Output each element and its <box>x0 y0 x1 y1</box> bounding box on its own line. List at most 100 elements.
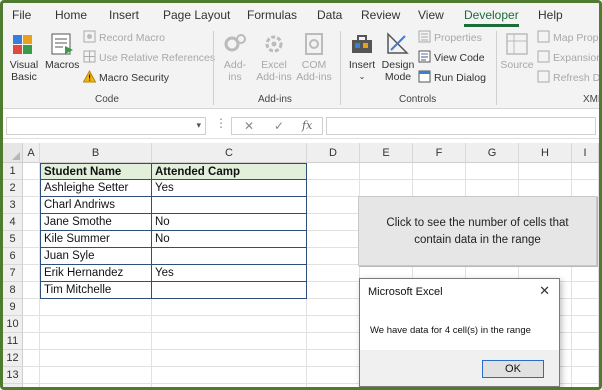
empty-cell[interactable] <box>572 316 599 333</box>
empty-cell[interactable] <box>23 231 40 248</box>
empty-cell[interactable] <box>307 248 360 265</box>
empty-cell[interactable] <box>23 384 40 387</box>
record-macro-button[interactable]: Record Macro <box>83 30 165 46</box>
empty-cell[interactable] <box>23 197 40 214</box>
empty-cell[interactable] <box>307 265 360 282</box>
column-header-d[interactable]: D <box>307 143 360 163</box>
empty-cell[interactable] <box>572 367 599 384</box>
column-header-a[interactable]: A <box>23 143 40 163</box>
empty-cell[interactable] <box>23 299 40 316</box>
tab-view[interactable]: View <box>418 8 444 22</box>
row-header[interactable]: 13 <box>3 367 23 384</box>
enter-icon[interactable]: ✓ <box>274 119 284 133</box>
empty-cell[interactable] <box>40 384 152 387</box>
properties-button[interactable]: Properties <box>418 30 482 46</box>
empty-cell[interactable] <box>307 316 360 333</box>
insert-function-icon[interactable]: fx <box>302 119 312 132</box>
tab-formulas[interactable]: Formulas <box>247 8 297 22</box>
empty-cell[interactable] <box>23 367 40 384</box>
row-header[interactable]: 1 <box>3 163 23 180</box>
empty-cell[interactable] <box>413 180 466 197</box>
empty-cell[interactable] <box>572 163 599 180</box>
column-header-e[interactable]: E <box>360 143 413 163</box>
row-header[interactable]: 2 <box>3 180 23 197</box>
row-header[interactable]: 6 <box>3 248 23 265</box>
tab-home[interactable]: Home <box>55 8 87 22</box>
table-cell-name[interactable]: Juan Syle <box>40 248 152 265</box>
column-header-c[interactable]: C <box>152 143 307 163</box>
empty-cell[interactable] <box>40 316 152 333</box>
excel-addins-button[interactable]: Excel Add-ins <box>255 31 293 83</box>
design-mode-button[interactable]: Design Mode <box>381 31 415 83</box>
column-header-g[interactable]: G <box>466 143 519 163</box>
column-header-b[interactable]: B <box>40 143 152 163</box>
refresh-data-button[interactable]: Refresh Da <box>537 70 599 86</box>
empty-cell[interactable] <box>23 180 40 197</box>
cancel-icon[interactable]: ✕ <box>244 119 254 133</box>
table-cell-attended[interactable] <box>152 197 307 214</box>
chevron-down-icon[interactable]: ▾ <box>196 120 201 131</box>
run-dialog-button[interactable]: Run Dialog <box>418 70 486 86</box>
empty-cell[interactable] <box>307 197 360 214</box>
table-cell-attended[interactable]: No <box>152 214 307 231</box>
table-cell-name[interactable]: Charl Andriws <box>40 197 152 214</box>
table-cell-attended[interactable] <box>152 282 307 299</box>
table-header-attended-camp[interactable]: Attended Camp <box>152 163 307 180</box>
select-all-button[interactable] <box>3 143 23 163</box>
empty-cell[interactable] <box>360 163 413 180</box>
row-header[interactable]: 3 <box>3 197 23 214</box>
column-header-i[interactable]: I <box>572 143 599 163</box>
com-addins-button[interactable]: COM Add-ins <box>294 31 334 83</box>
table-cell-attended[interactable] <box>152 248 307 265</box>
tab-page-layout[interactable]: Page Layout <box>163 8 230 22</box>
empty-cell[interactable] <box>519 180 572 197</box>
table-header-student-name[interactable]: Student Name <box>40 163 152 180</box>
empty-cell[interactable] <box>307 299 360 316</box>
row-header[interactable]: 8 <box>3 282 23 299</box>
empty-cell[interactable] <box>307 231 360 248</box>
insert-control-button[interactable]: Insert ⌄ <box>345 31 379 83</box>
table-cell-name[interactable]: Erik Hernandez <box>40 265 152 282</box>
empty-cell[interactable] <box>40 333 152 350</box>
tab-developer[interactable]: Developer <box>464 8 519 27</box>
empty-cell[interactable] <box>23 265 40 282</box>
empty-cell[interactable] <box>307 384 360 387</box>
empty-cell[interactable] <box>307 163 360 180</box>
empty-cell[interactable] <box>307 282 360 299</box>
row-header[interactable]: 7 <box>3 265 23 282</box>
empty-cell[interactable] <box>466 163 519 180</box>
tab-insert[interactable]: Insert <box>109 8 139 22</box>
table-cell-name[interactable]: Ashleighe Setter <box>40 180 152 197</box>
row-header[interactable]: 11 <box>3 333 23 350</box>
empty-cell[interactable] <box>40 350 152 367</box>
name-box[interactable]: ▾ <box>6 117 206 135</box>
empty-cell[interactable] <box>152 299 307 316</box>
empty-cell[interactable] <box>307 180 360 197</box>
formula-bar-grip[interactable]: ⋮ <box>215 116 228 130</box>
empty-cell[interactable] <box>23 282 40 299</box>
tab-file[interactable]: File <box>12 8 31 22</box>
row-header[interactable]: 12 <box>3 350 23 367</box>
count-cells-macro-button[interactable]: Click to see the number of cells that co… <box>358 196 597 266</box>
empty-cell[interactable] <box>152 316 307 333</box>
relative-references-button[interactable]: Use Relative References <box>83 50 215 66</box>
ok-button[interactable]: OK <box>482 360 544 378</box>
visual-basic-button[interactable]: Visual Basic <box>7 31 41 83</box>
empty-cell[interactable] <box>307 333 360 350</box>
empty-cell[interactable] <box>572 350 599 367</box>
empty-cell[interactable] <box>572 265 599 282</box>
view-code-button[interactable]: View Code <box>418 50 485 66</box>
tab-help[interactable]: Help <box>538 8 563 22</box>
empty-cell[interactable] <box>23 248 40 265</box>
empty-cell[interactable] <box>466 180 519 197</box>
table-cell-name[interactable]: Jane Smothe <box>40 214 152 231</box>
empty-cell[interactable] <box>23 316 40 333</box>
table-cell-attended[interactable]: Yes <box>152 180 307 197</box>
row-header[interactable]: 5 <box>3 231 23 248</box>
empty-cell[interactable] <box>307 350 360 367</box>
tab-data[interactable]: Data <box>317 8 342 22</box>
table-cell-attended[interactable]: No <box>152 231 307 248</box>
tab-review[interactable]: Review <box>361 8 400 22</box>
empty-cell[interactable] <box>519 163 572 180</box>
map-properties-button[interactable]: Map Prope <box>537 30 599 46</box>
